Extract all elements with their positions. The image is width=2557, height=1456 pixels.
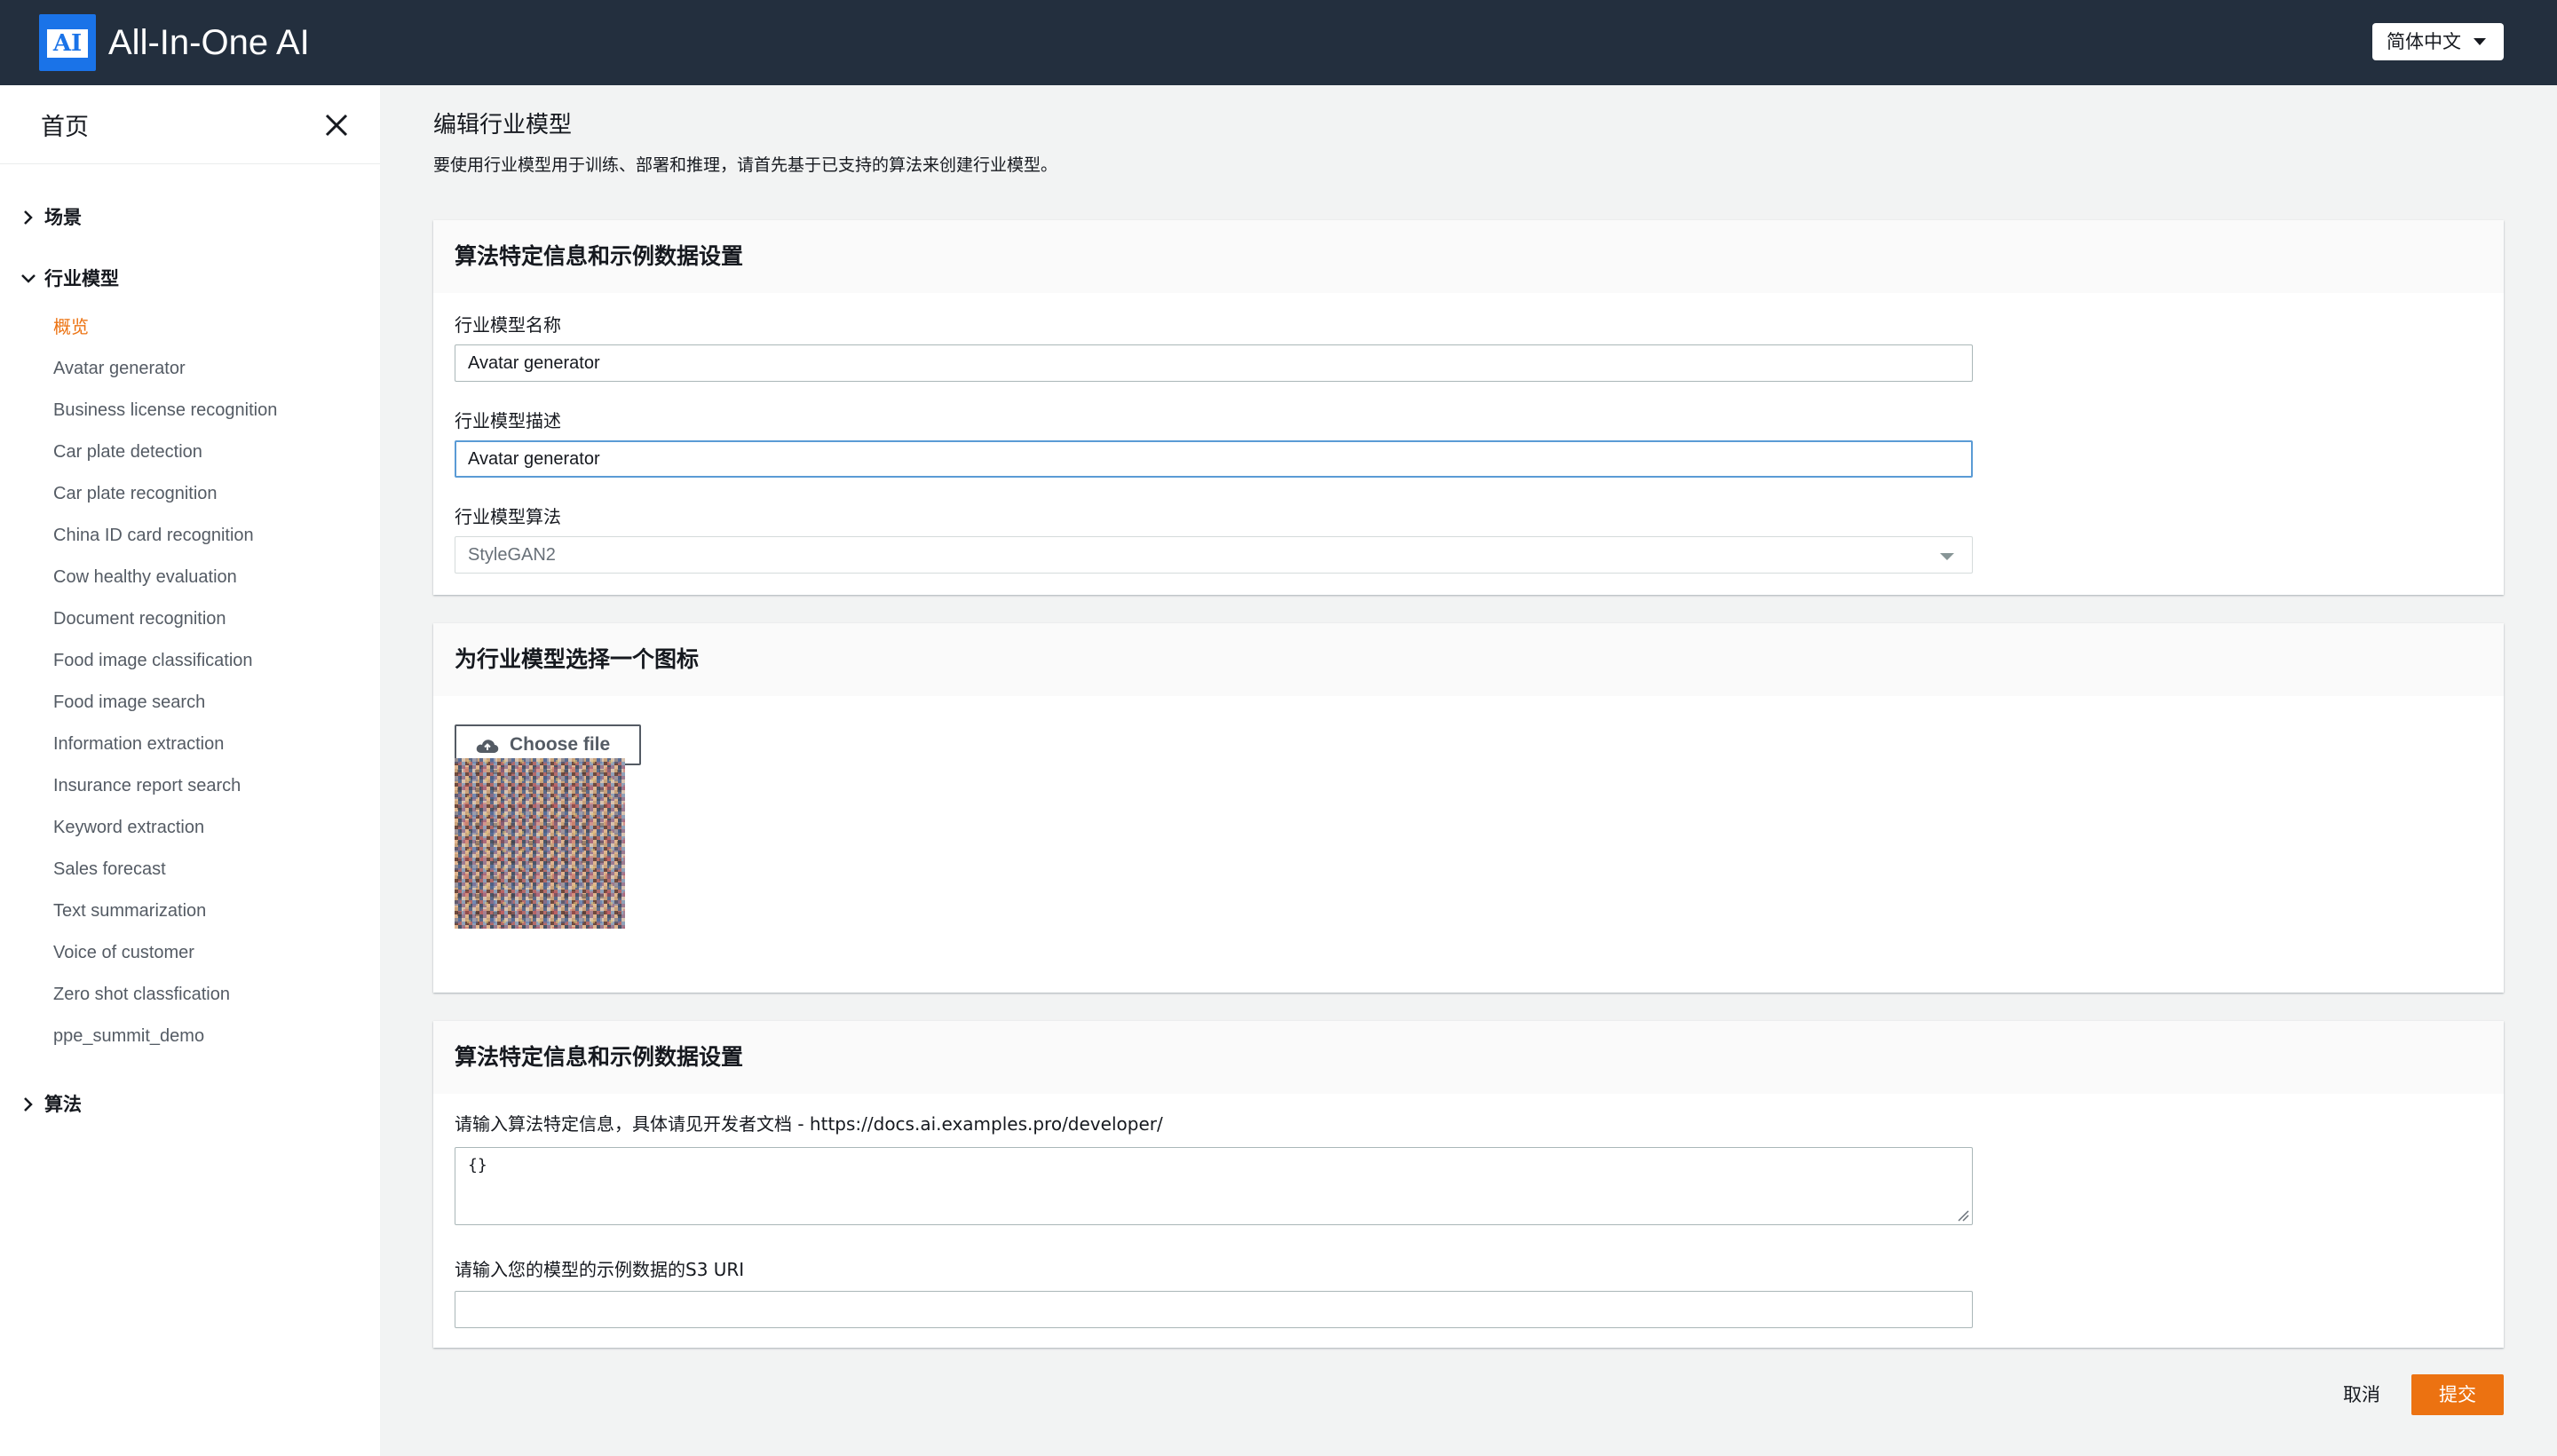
upload-cloud-icon [476, 740, 499, 753]
caret-down-icon [1940, 553, 1954, 560]
algorithm-settings-panel: 算法特定信息和示例数据设置 请输入算法特定信息，具体请见开发者文档 - http… [433, 1021, 2504, 1348]
s3-uri-input[interactable] [455, 1291, 1973, 1328]
app-title[interactable]: All-In-One AI [108, 21, 310, 64]
sidebar-item-sales-forecast[interactable]: Sales forecast [53, 857, 166, 882]
sidebar-item-business-license-recognition[interactable]: Business license recognition [53, 398, 277, 423]
close-icon[interactable] [323, 112, 350, 138]
logo-text: AI [47, 29, 88, 58]
model-algorithm-label: 行业模型算法 [455, 506, 561, 527]
model-algorithm-select[interactable]: StyleGAN2 [455, 536, 1973, 574]
sidebar-item-zero-shot-classification[interactable]: Zero shot classfication [53, 982, 230, 1007]
model-name-label: 行业模型名称 [455, 314, 561, 336]
sidebar-group-label: 场景 [44, 207, 82, 228]
sidebar-divider [0, 163, 380, 164]
model-algorithm-value: StyleGAN2 [468, 545, 556, 565]
language-select[interactable]: 简体中文 [2372, 23, 2504, 60]
sidebar-item-keyword-extraction[interactable]: Keyword extraction [53, 815, 204, 840]
sidebar-group-scenes[interactable]: 场景 [20, 204, 82, 231]
sidebar-group-algorithms[interactable]: 算法 [20, 1091, 82, 1118]
model-info-panel: 算法特定信息和示例数据设置 行业模型名称 Avatar generator 行业… [433, 220, 2504, 595]
caret-down-icon [2474, 38, 2486, 45]
panel-header: 为行业模型选择一个图标 [433, 623, 2504, 696]
sidebar-home-link[interactable]: 首页 [41, 110, 89, 146]
panel-heading: 算法特定信息和示例数据设置 [455, 1044, 744, 1070]
sidebar-item-text-summarization[interactable]: Text summarization [53, 898, 206, 923]
chevron-right-icon [24, 1097, 33, 1112]
sidebar-item-overview[interactable]: 概览 [53, 314, 89, 339]
side-navigation: 首页 场景 行业模型 概览 Avatar generator Business … [0, 85, 380, 1456]
sidebar-item-document-recognition[interactable]: Document recognition [53, 606, 226, 631]
top-navigation-bar: AI All-In-One AI 简体中文 [0, 0, 2557, 85]
cancel-button[interactable]: 取消 [2330, 1376, 2394, 1413]
model-description-label: 行业模型描述 [455, 410, 561, 431]
sidebar-item-china-id-card-recognition[interactable]: China ID card recognition [53, 523, 254, 548]
sidebar-item-food-image-search[interactable]: Food image search [53, 690, 205, 715]
sidebar-item-information-extraction[interactable]: Information extraction [53, 732, 224, 756]
page-description: 要使用行业模型用于训练、部署和推理，请首先基于已支持的算法来创建行业模型。 [433, 155, 1058, 175]
model-icon-panel: 为行业模型选择一个图标 Choose file [433, 623, 2504, 993]
sidebar-item-voice-of-customer[interactable]: Voice of customer [53, 940, 194, 965]
sidebar-group-label: 行业模型 [44, 268, 119, 289]
model-description-input[interactable]: Avatar generator [455, 440, 1973, 478]
panel-header: 算法特定信息和示例数据设置 [433, 220, 2504, 293]
s3-uri-label: 请输入您的模型的示例数据的S3 URI [455, 1259, 745, 1280]
algorithm-info-value: {} [468, 1156, 487, 1175]
sidebar-item-avatar-generator[interactable]: Avatar generator [53, 356, 186, 381]
sidebar-item-food-image-classification[interactable]: Food image classification [53, 648, 253, 673]
panel-heading: 算法特定信息和示例数据设置 [455, 243, 744, 269]
sidebar-item-cow-healthy-evaluation[interactable]: Cow healthy evaluation [53, 565, 237, 590]
chevron-down-icon [21, 274, 36, 283]
sidebar-group-label: 算法 [44, 1094, 82, 1115]
sidebar-item-insurance-report-search[interactable]: Insurance report search [53, 773, 241, 798]
sidebar-group-industry-models[interactable]: 行业模型 [20, 265, 119, 292]
sidebar-item-car-plate-detection[interactable]: Car plate detection [53, 439, 202, 464]
submit-button[interactable]: 提交 [2411, 1374, 2504, 1415]
app-logo-icon[interactable]: AI [39, 14, 96, 71]
language-select-value: 简体中文 [2387, 31, 2461, 52]
algorithm-info-textarea[interactable]: {} [455, 1147, 1973, 1225]
model-name-input[interactable]: Avatar generator [455, 344, 1973, 382]
algorithm-info-label: 请输入算法特定信息，具体请见开发者文档 - https://docs.ai.ex… [455, 1113, 1163, 1135]
panel-heading: 为行业模型选择一个图标 [455, 646, 700, 672]
panel-header: 算法特定信息和示例数据设置 [433, 1021, 2504, 1094]
resize-handle-icon[interactable] [1957, 1209, 1969, 1222]
sidebar-item-car-plate-recognition[interactable]: Car plate recognition [53, 481, 218, 506]
sidebar-item-ppe-summit-demo[interactable]: ppe_summit_demo [53, 1024, 204, 1048]
model-icon-preview [455, 758, 625, 929]
chevron-right-icon [24, 210, 33, 225]
page-title: 编辑行业模型 [433, 112, 573, 138]
